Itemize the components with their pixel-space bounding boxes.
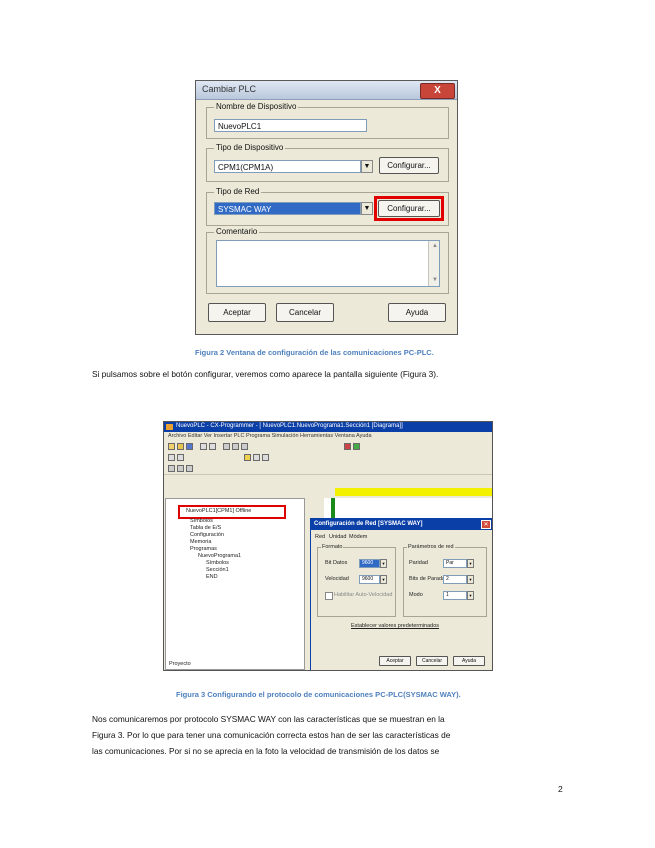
online-icon[interactable]: [168, 465, 175, 472]
chevron-down-icon[interactable]: ▼: [467, 559, 474, 568]
help-button[interactable]: Ayuda: [388, 303, 446, 322]
app-icon: [166, 424, 173, 430]
save-icon[interactable]: [186, 443, 193, 450]
dialog-title-bar: Cambiar PLC X: [196, 81, 457, 100]
configure-network-button[interactable]: Configurar...: [378, 200, 440, 217]
tab-red[interactable]: Red: [315, 534, 325, 540]
cancel-button[interactable]: Cancelar: [276, 303, 334, 322]
network-config-dialog: Configuración de Red [SYSMAC WAY] ✕ Red …: [310, 518, 492, 670]
auto-speed-checkbox[interactable]: [325, 592, 333, 600]
stop-label: Paridad: [409, 560, 428, 566]
scrollbar[interactable]: ▲ ▼: [428, 241, 439, 286]
chevron-down-icon[interactable]: ▼: [380, 559, 387, 568]
project-tree: NuevoPLC1[CPM1] Offline Símbolos Tabla d…: [165, 498, 305, 670]
network-type-select[interactable]: SYSMAC WAY: [214, 202, 361, 215]
chevron-down-icon[interactable]: ▼: [467, 591, 474, 600]
stop-icon[interactable]: [344, 443, 351, 450]
config-title-bar: Configuración de Red [SYSMAC WAY] ✕: [311, 519, 492, 530]
device-name-input[interactable]: NuevoPLC1: [214, 119, 367, 132]
close-button[interactable]: X: [420, 83, 455, 99]
network-params-label: Parámetros de red: [407, 544, 455, 550]
copy-icon[interactable]: [232, 443, 239, 450]
run-icon[interactable]: [353, 443, 360, 450]
toolbar-3: [164, 463, 492, 475]
chevron-down-icon[interactable]: ▼: [361, 160, 373, 173]
network-type-label: Tipo de Red: [214, 187, 262, 197]
contact-icon[interactable]: [244, 454, 251, 461]
config-title: Configuración de Red [SYSMAC WAY]: [314, 521, 423, 527]
data-bits-label: Bits de Parada: [409, 576, 446, 582]
tree-item[interactable]: Tabla de E/S: [190, 525, 221, 531]
paragraph-1: Si pulsamos sobre el botón configurar, v…: [92, 369, 439, 379]
figure3-caption: Figura 3 Configurando el protocolo de co…: [176, 690, 461, 699]
page-number: 2: [558, 784, 563, 794]
chevron-down-icon[interactable]: ▼: [361, 202, 373, 215]
dialog-title: Cambiar PLC: [202, 84, 257, 94]
tab-unidad[interactable]: Unidad: [329, 534, 346, 540]
print-icon[interactable]: [200, 443, 207, 450]
scroll-up-icon[interactable]: ▲: [432, 243, 438, 249]
comment-textarea[interactable]: ▲ ▼: [216, 240, 440, 287]
paste-icon[interactable]: [241, 443, 248, 450]
scroll-down-icon[interactable]: ▼: [432, 277, 438, 283]
transfer-icon[interactable]: [186, 465, 193, 472]
menu-items[interactable]: Archivo Editar Ver Insertar PLC Programa…: [168, 433, 372, 439]
window-title-bar: NuevoPLC - CX-Programmer - [ NuevoPLC1.N…: [164, 422, 492, 432]
comment-label: Comentario: [214, 227, 260, 237]
close-icon[interactable]: ✕: [481, 520, 491, 529]
figure2-caption: Figura 2 Ventana de configuración de las…: [195, 348, 434, 357]
baud-select[interactable]: 9600: [359, 559, 380, 568]
device-name-label: Nombre de Dispositivo: [214, 102, 299, 112]
monitor-icon[interactable]: [177, 465, 184, 472]
auto-speed-label: Habilitar Auto-Velocidad: [334, 592, 393, 598]
rung-header: [335, 488, 492, 496]
chevron-down-icon[interactable]: ▼: [380, 575, 387, 584]
cut-icon[interactable]: [223, 443, 230, 450]
find-icon[interactable]: [177, 454, 184, 461]
tree-item[interactable]: NuevoPrograma1: [198, 553, 241, 559]
stop-select[interactable]: Par: [443, 559, 467, 568]
device-type-select[interactable]: CPM1(CPM1A): [214, 160, 361, 173]
data-bits-select[interactable]: 2: [443, 575, 467, 584]
tree-item[interactable]: Configuración: [190, 532, 224, 538]
chevron-down-icon[interactable]: ▼: [467, 575, 474, 584]
window-title: NuevoPLC - CX-Programmer - [ NuevoPLC1.N…: [176, 423, 403, 429]
parity-select[interactable]: 9600: [359, 575, 380, 584]
paragraph-2-line-1: Nos comunicaremos por protocolo SYSMAC W…: [92, 714, 445, 724]
baud-label: Bit Datos: [325, 560, 348, 566]
mode-label: Modo: [409, 592, 423, 598]
device-type-label: Tipo de Dispositivo: [214, 143, 286, 153]
tree-tab[interactable]: Proyecto: [169, 661, 191, 667]
tab-modem[interactable]: Módem: [349, 534, 367, 540]
tree-item[interactable]: END: [206, 574, 218, 580]
coil-icon[interactable]: [253, 454, 260, 461]
paragraph-2-line-2: Figura 3. Por lo que para tener una comu…: [92, 730, 451, 740]
configure-device-button[interactable]: Configurar...: [379, 157, 439, 174]
open-icon[interactable]: [177, 443, 184, 450]
help-button[interactable]: Ayuda: [453, 656, 485, 666]
format-label: Formato: [321, 544, 344, 550]
cambiar-plc-dialog: Cambiar PLC X Nombre de Dispositivo Nuev…: [195, 80, 458, 335]
ok-button[interactable]: Aceptar: [379, 656, 411, 666]
mode-select[interactable]: 1: [443, 591, 467, 600]
defaults-link[interactable]: Establecer valores predeterminados: [351, 623, 439, 629]
accept-button[interactable]: Aceptar: [208, 303, 266, 322]
parity-label: Velocidad: [325, 576, 349, 582]
function-icon[interactable]: [262, 454, 269, 461]
paragraph-2-line-3: las comunicaciones. Por si no se aprecia…: [92, 746, 440, 756]
zoom-icon[interactable]: [168, 454, 175, 461]
new-icon[interactable]: [168, 443, 175, 450]
tree-item[interactable]: Símbolos: [206, 560, 229, 566]
preview-icon[interactable]: [209, 443, 216, 450]
menu-bar: Archivo Editar Ver Insertar PLC Programa…: [164, 432, 492, 441]
tree-root[interactable]: NuevoPLC1[CPM1] Offline: [186, 508, 251, 514]
tree-item[interactable]: Sección1: [206, 567, 229, 573]
tree-item[interactable]: Símbolos: [190, 518, 213, 524]
cx-programmer-window: NuevoPLC - CX-Programmer - [ NuevoPLC1.N…: [163, 421, 493, 671]
tree-item[interactable]: Programas: [190, 546, 217, 552]
cancel-button[interactable]: Cancelar: [416, 656, 448, 666]
tree-item[interactable]: Memoria: [190, 539, 211, 545]
